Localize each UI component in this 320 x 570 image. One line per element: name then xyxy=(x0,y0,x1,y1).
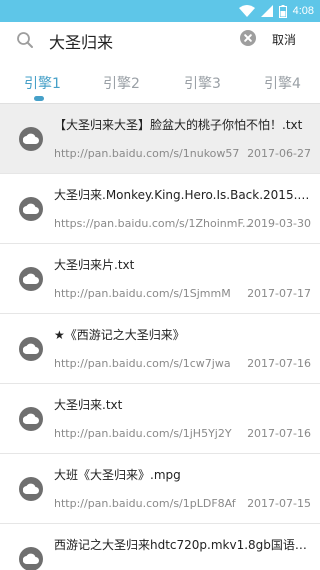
result-row[interactable]: 【大圣归来大圣】脸盆大的桃子你怕不怕！.txt http://pan.baidu… xyxy=(0,104,320,174)
results-list: 【大圣归来大圣】脸盆大的桃子你怕不怕！.txt http://pan.baidu… xyxy=(0,104,320,570)
result-date: 2017-07-16 xyxy=(247,357,311,370)
result-row[interactable]: 大圣归来片.txt http://pan.baidu.com/s/1SjmmM … xyxy=(0,244,320,314)
status-icons: 4:08 xyxy=(238,3,314,19)
result-row[interactable]: 大圣归来.Monkey.King.Hero.Is.Back.2015.720..… xyxy=(0,174,320,244)
result-date: 2017-06-27 xyxy=(247,147,311,160)
result-row[interactable]: 大圣归来.txt http://pan.baidu.com/s/1jH5Yj2Y… xyxy=(0,384,320,454)
result-row[interactable]: 西游记之大圣归来hdtc720p.mkv1.8gb国语中... xyxy=(0,524,320,570)
active-tab-indicator xyxy=(34,96,44,101)
cloud-icon xyxy=(19,547,43,570)
signal-icon xyxy=(260,5,273,17)
result-title: 大圣归来.Monkey.King.Hero.Is.Back.2015.720..… xyxy=(54,188,314,202)
battery-icon xyxy=(278,4,287,18)
result-url[interactable]: http://pan.baidu.com/s/1nukow57 xyxy=(54,147,239,160)
tab-engine-3[interactable]: 引擎3 xyxy=(184,73,221,93)
result-row[interactable]: 大班《大圣归来》.mpg http://pan.baidu.com/s/1pLD… xyxy=(0,454,320,524)
result-url[interactable]: http://pan.baidu.com/s/1SjmmM xyxy=(54,287,231,300)
result-url[interactable]: http://pan.baidu.com/s/1jH5Yj2Y xyxy=(54,427,232,440)
engine-tabs: 引擎1 引擎2 引擎3 引擎4 xyxy=(0,58,320,104)
tab-engine-4[interactable]: 引擎4 xyxy=(264,73,301,93)
cloud-icon xyxy=(19,127,43,151)
result-url[interactable]: http://pan.baidu.com/s/1cw7jwa xyxy=(54,357,231,370)
tab-engine-2[interactable]: 引擎2 xyxy=(103,73,140,93)
result-date: 2017-07-16 xyxy=(247,427,311,440)
wifi-icon xyxy=(238,5,255,17)
cloud-icon xyxy=(19,197,43,221)
result-title: 【大圣归来大圣】脸盆大的桃子你怕不怕！.txt xyxy=(54,118,303,132)
cloud-icon xyxy=(19,407,43,431)
result-row[interactable]: ★《西游记之大圣归来》 http://pan.baidu.com/s/1cw7j… xyxy=(0,314,320,384)
result-title: 大班《大圣归来》.mpg xyxy=(54,468,181,482)
status-bar: 4:08 xyxy=(0,0,320,22)
result-date: 2019-03-30 xyxy=(247,217,311,230)
result-title: 大圣归来片.txt xyxy=(54,258,135,272)
cancel-button[interactable]: 取消 xyxy=(272,31,296,48)
search-icon xyxy=(16,31,34,49)
clear-icon[interactable] xyxy=(240,30,256,46)
search-input[interactable]: 大圣归来 xyxy=(49,29,113,53)
result-url[interactable]: http://pan.baidu.com/s/1pLDF8Af xyxy=(54,497,236,510)
status-time: 4:08 xyxy=(292,5,314,17)
result-title: ★《西游记之大圣归来》 xyxy=(54,328,185,342)
cloud-icon xyxy=(19,267,43,291)
search-bar: 大圣归来 取消 xyxy=(0,22,320,58)
result-title: 西游记之大圣归来hdtc720p.mkv1.8gb国语中... xyxy=(54,538,314,552)
cloud-icon xyxy=(19,477,43,501)
result-date: 2017-07-17 xyxy=(247,287,311,300)
result-url[interactable]: https://pan.baidu.com/s/1ZhoinmF... xyxy=(54,217,253,230)
cloud-icon xyxy=(19,337,43,361)
result-date: 2017-07-15 xyxy=(247,497,311,510)
tab-engine-1[interactable]: 引擎1 xyxy=(24,73,61,93)
result-title: 大圣归来.txt xyxy=(54,398,123,412)
